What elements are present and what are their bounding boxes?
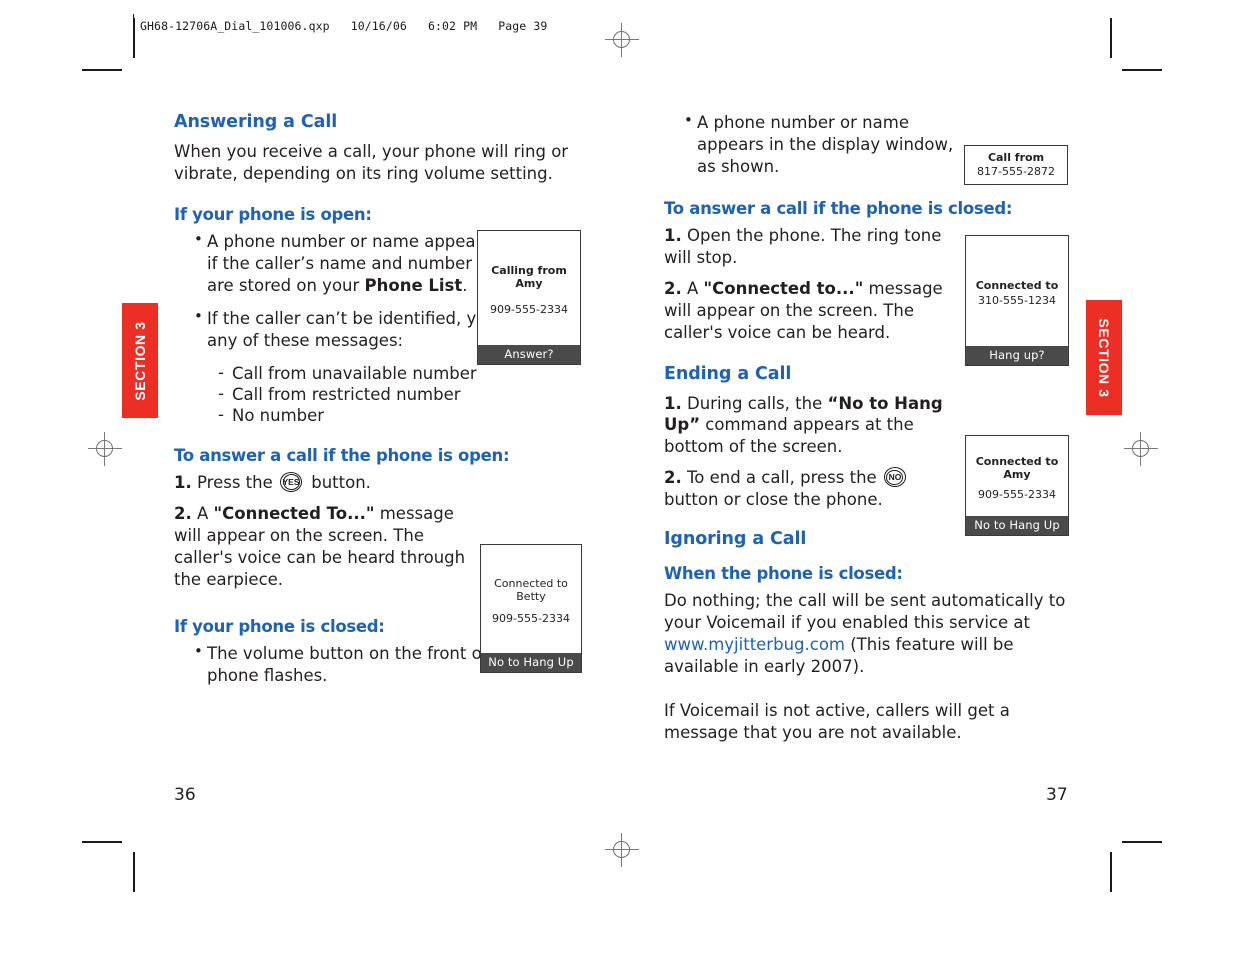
step-2-connected-to-message: 2. A "Connected To..." message will appe… [174,503,470,591]
crop-mark-bottom-right-horizontal [1122,841,1162,843]
ending-step-2-press-no: 2. To end a call, press the NO button or… [664,467,954,511]
list-item: A phone number or name appears in the di… [684,111,974,178]
crop-mark-bottom-left-vertical [133,852,135,892]
section-tab-left: SECTION 3 [122,303,158,418]
step-number: 1. [664,225,682,245]
subheading-if-phone-open: If your phone is open: [174,204,372,224]
crop-mark-bottom-right-vertical [1110,852,1112,892]
list-item: Call from restricted number [218,383,578,405]
step-text-pre: A [681,278,704,298]
screen-line-1: Connected to [494,576,568,590]
open-phone-bullet-list: A phone number or name appears if the ca… [174,230,494,297]
slug-rule [133,14,134,58]
crop-mark-top-right-vertical [1110,18,1112,58]
closed-step-2-connected-message: 2. A "Connected to..." message will appe… [664,278,956,344]
myjitterbug-link[interactable]: www.myjitterbug.com [664,635,845,654]
bullet-text-bold: Phone List [364,275,463,295]
step-number: 2. [664,278,682,298]
voicemail-paragraph: Do nothing; the call will be sent automa… [664,590,1068,678]
yes-key-label: YES [282,476,300,487]
phone-screen-content: Connected to Betty 909-555-2334 [481,545,581,653]
bullet-text-post: . [462,275,468,295]
step-text: Open the phone. The ring tone will stop. [664,225,942,267]
phone-display-connected-310: Connected to 310-555-1234 Hang up? [965,235,1069,366]
list-item: A phone number or name appears if the ca… [194,230,494,297]
subheading-answer-call-phone-closed: To answer a call if the phone is closed: [664,198,1013,218]
registration-mark-bottom [605,833,639,867]
screen-line-1: Call from [987,151,1045,164]
section-tab-right-label: SECTION 3 [1096,317,1112,398]
step-text-pre: A [191,503,214,523]
screen-line-1: Connected to [975,454,1059,468]
phone-display-calling-amy: Calling from Amy 909-555-2334 Answer? [477,230,581,365]
screen-line-2: Amy [515,276,543,290]
screen-softkey-label: Answer? [478,345,580,364]
registration-mark-top [605,23,639,57]
step-number: 2. [174,503,192,523]
display-window-bullet-list: A phone number or name appears in the di… [664,111,974,178]
section-tab-right: SECTION 3 [1086,300,1122,415]
step-text-bold: "Connected to..." [703,278,864,298]
no-key-label: NO [888,472,902,483]
registration-mark-left [88,432,122,466]
screen-phone-number: 817-555-2872 [977,165,1055,179]
phone-display-connected-amy: Connected to Amy 909-555-2334 No to Hang… [965,435,1069,536]
ending-step-1-no-to-hang-up: 1. During calls, the “No to Hang Up” com… [664,393,946,459]
screen-phone-number: 909-555-2334 [978,488,1056,502]
screen-line-2: Amy [1003,467,1031,481]
screen-softkey-label: Hang up? [966,346,1068,365]
yes-key-icon: YES [279,471,305,492]
crop-mark-bottom-left-horizontal [82,841,122,843]
step-text-post: button or close the phone. [664,490,883,510]
step-number: 1. [174,472,192,492]
page-canvas: GH68-12706A_Dial_101006.qxp 10/16/06 6:0… [0,0,1245,954]
step-text-bold: "Connected To..." [213,503,375,523]
intro-paragraph: When you receive a call, your phone will… [174,142,569,183]
list-item: No number [218,404,578,426]
phone-screen-content: Connected to Amy 909-555-2334 [966,436,1068,516]
step-text-pre: During calls, the [681,393,828,413]
screen-softkey-label: No to Hang Up [481,653,581,672]
step-text-post: command appears at the bottom of the scr… [664,415,914,457]
screen-phone-number: 909-555-2334 [490,303,568,317]
screen-phone-number: 310-555-1234 [978,294,1056,308]
screen-softkey-label: No to Hang Up [966,516,1068,535]
registration-mark-right [1124,432,1158,466]
page-number-left: 36 [174,785,196,805]
crop-mark-top-right-horizontal [1122,69,1162,71]
page-number-right: 37 [1046,785,1068,805]
step-1-press-yes: 1. Press the YES button. [174,471,578,494]
subheading-answer-call-phone-open: To answer a call if the phone is open: [174,445,510,465]
phone-screen-content: Call from 817-555-2872 [965,146,1067,185]
page-title-answering-a-call: Answering a Call [174,112,338,132]
voicemail-inactive-paragraph: If Voicemail is not active, callers will… [664,700,1010,742]
step-text-post: button. [306,472,371,492]
screen-phone-number: 909-555-2334 [492,612,570,626]
heading-ending-a-call: Ending a Call [664,363,792,384]
phone-screen-content: Calling from Amy 909-555-2334 [478,231,580,345]
step-text-pre: Press the [191,472,278,492]
screen-line-1: Calling from [491,263,567,277]
phone-display-connected-betty: Connected to Betty 909-555-2334 No to Ha… [480,544,582,673]
phone-display-call-from: Call from 817-555-2872 [964,145,1068,185]
crop-mark-top-left-horizontal [82,69,122,71]
subheading-when-phone-closed: When the phone is closed: [664,564,903,584]
caller-message-dash-list: Call from unavailable number Call from r… [174,362,578,426]
screen-line-1: Connected to [975,278,1059,292]
document-slug-line: GH68-12706A_Dial_101006.qxp 10/16/06 6:0… [140,19,548,33]
closed-step-1-open-phone: 1. Open the phone. The ring tone will st… [664,225,956,269]
no-key-icon: NO [883,467,909,488]
section-tab-left-label: SECTION 3 [132,320,148,401]
step-number: 2. [664,468,682,488]
step-text-pre: To end a call, press the [681,468,882,488]
phone-screen-content: Connected to 310-555-1234 [966,236,1068,346]
screen-line-2: Betty [516,589,546,603]
voicemail-text-pre: Do nothing; the call will be sent automa… [664,591,1066,633]
step-number: 1. [664,393,682,413]
list-item: Call from unavailable number [218,362,578,384]
